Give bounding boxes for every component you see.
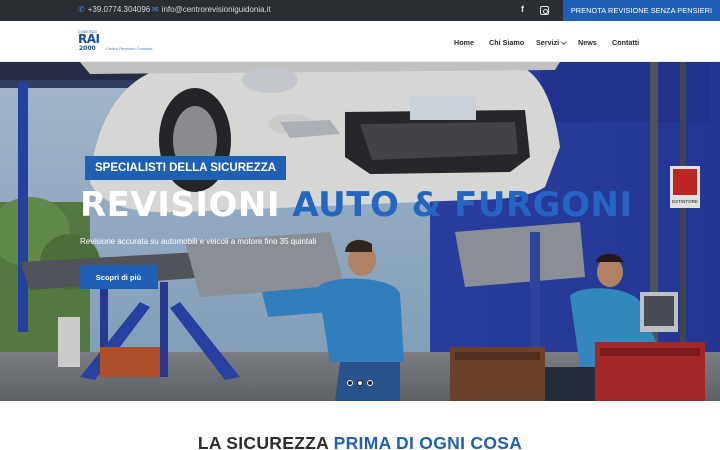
top-bar: ✆ +39.0774.304096 ✉ info@centrorevisioni… (0, 0, 720, 21)
logo[interactable]: CONSORZIO RAI 2000 Centro Revisioni Guid… (78, 30, 156, 54)
logo-name: RAI (78, 32, 100, 46)
logo-tagline: Centro Revisioni Guidonia (106, 46, 153, 51)
nav-home[interactable]: Home (454, 38, 474, 47)
section-title: LA SICUREZZA PRIMA DI OGNI COSA (0, 433, 720, 450)
email-address: info@centrorevisioniguidonia.it (161, 5, 271, 14)
discover-more-button[interactable]: Scopri di più (79, 265, 158, 289)
slider-dot-1[interactable] (347, 380, 353, 386)
instagram-icon[interactable] (540, 6, 549, 15)
nav-servizi-label: Servizi (536, 38, 560, 47)
logo-year: 2000 (79, 45, 96, 52)
section-title-main: LA SICUREZZA (197, 433, 329, 450)
nav-servizi[interactable]: Servizi (536, 38, 567, 47)
email-contact[interactable]: ✉ info@centrorevisioniguidonia.it (152, 5, 271, 14)
nav-contatti[interactable]: Contatti (612, 38, 639, 47)
nav-news[interactable]: News (578, 38, 597, 47)
hero-title: REVISIONI AUTO & FURGONI (80, 188, 633, 222)
hero-title-main: REVISIONI (80, 185, 281, 225)
logo-mark: CONSORZIO RAI 2000 (78, 30, 102, 54)
main-navbar: CONSORZIO RAI 2000 Centro Revisioni Guid… (0, 21, 720, 62)
hero-background-image: ESTINTORE (0, 62, 720, 401)
hero-subtitle: Revisione accurata su automobili e veico… (80, 237, 317, 246)
phone-number: +39.0774.304096 (87, 5, 151, 14)
phone-icon: ✆ (78, 5, 85, 14)
envelope-icon: ✉ (152, 5, 159, 14)
hero-slider: ESTINTORE SPECIALISTI DELLA SICUREZZA RE… (0, 62, 720, 401)
slider-dot-3[interactable] (367, 380, 373, 386)
slider-dot-2[interactable] (357, 380, 363, 386)
slider-dots (347, 380, 373, 386)
nav-chi-siamo[interactable]: Chi Siamo (489, 38, 524, 47)
hero-title-accent: AUTO & FURGONI (292, 185, 633, 225)
hero-badge: SPECIALISTI DELLA SICUREZZA (85, 156, 287, 180)
chevron-down-icon (561, 38, 567, 44)
phone-contact[interactable]: ✆ +39.0774.304096 (78, 5, 150, 14)
book-revision-button[interactable]: PRENOTA REVISIONE SENZA PENSIERI (563, 0, 720, 21)
facebook-icon[interactable]: f (521, 4, 524, 14)
section-title-accent: PRIMA DI OGNI COSA (333, 433, 523, 450)
